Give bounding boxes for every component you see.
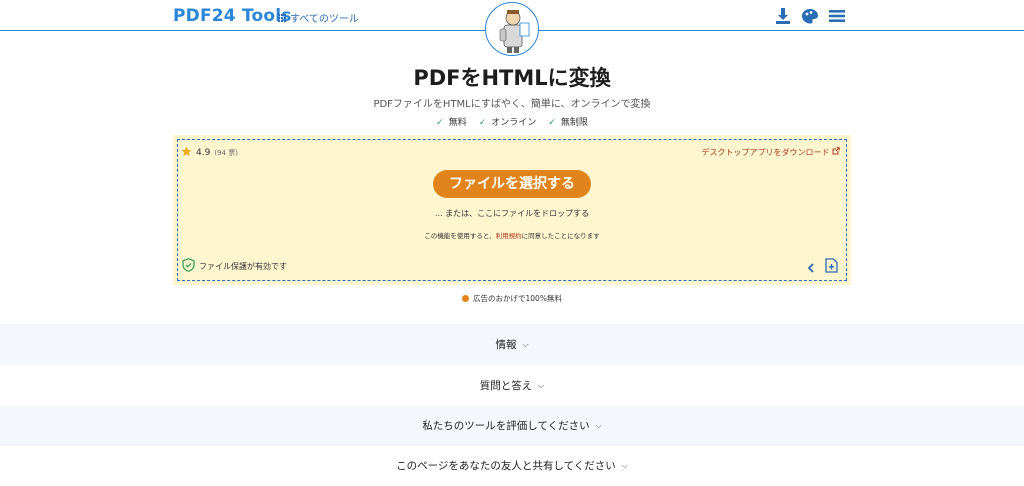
section-label: このページをあなたの友人と共有してください (396, 460, 616, 472)
ad-smile-icon (462, 295, 470, 302)
all-tools-label: すべてのツール (290, 14, 359, 25)
theme-icon[interactable] (801, 7, 819, 25)
section-label: 私たちのツールを評価してください (422, 420, 590, 432)
add-file-icon[interactable] (825, 258, 838, 277)
shield-check-icon (182, 258, 195, 274)
desktop-app-label: デスクトップアプリをダウンロード (701, 148, 830, 157)
rating-votes: (94 票) (214, 149, 238, 157)
page-title: PDFをHTMLに変換 (413, 66, 611, 90)
chevron-down-icon: ⌵ (522, 339, 529, 349)
desktop-app-link[interactable]: デスクトップアプリをダウンロード (701, 147, 840, 158)
brand-logo[interactable]: PDF24 Tools (173, 6, 292, 26)
feature-item: ✓ オンライン (478, 118, 537, 128)
menu-icon[interactable] (828, 7, 846, 25)
section-label: 質問と答え (479, 380, 533, 392)
choose-file-button[interactable]: ファイルを選択する (433, 170, 591, 198)
terms-text-before: この機能を使用すると、 (424, 232, 496, 240)
section-share[interactable]: このページをあなたの友人と共有してください ⌵ (0, 445, 1024, 486)
terms-text-after: に同意したことになります (521, 232, 600, 240)
section-label: 情報 (495, 339, 517, 351)
rating[interactable]: 4.9 (94 票) (181, 146, 238, 160)
check-icon: ✓ (436, 118, 444, 128)
ad-notice: 広告のおかげで100%無料 (0, 293, 1024, 304)
star-icon (181, 146, 192, 160)
check-icon: ✓ (548, 118, 556, 128)
drop-hint: ... または、ここにファイルをドロップする (434, 209, 590, 218)
feature-item: ✓ 無料 (436, 118, 467, 128)
mascot-logo (485, 2, 539, 56)
section-faq[interactable]: 質問と答え ⌵ (0, 365, 1024, 406)
download-icon[interactable] (774, 7, 792, 25)
file-protection-label: ファイル保護が有効です (199, 261, 287, 271)
external-link-icon (832, 147, 840, 157)
ad-notice-label: 広告のおかげで100%無料 (473, 294, 562, 303)
upload-tools (807, 258, 838, 277)
terms-link[interactable]: 利用規約 (496, 232, 522, 240)
file-protection-status[interactable]: ファイル保護が有効です (182, 258, 287, 274)
section-rate-tools[interactable]: 私たちのツールを評価してください ⌵ (0, 405, 1024, 446)
chevron-left-icon[interactable] (807, 258, 815, 277)
page-subtitle: PDFファイルをHTMLにすばやく、簡単に、オンラインで変換 (373, 99, 651, 110)
grid-icon (278, 13, 286, 22)
chevron-down-icon: ⌵ (538, 380, 545, 390)
check-icon: ✓ (478, 118, 487, 128)
chevron-down-icon: ⌵ (595, 420, 602, 430)
chevron-down-icon: ⌵ (621, 460, 628, 470)
all-tools-link[interactable]: すべてのツール (278, 10, 359, 25)
terms-notice: この機能を使用すると、利用規約に同意したことになります (0, 230, 1024, 240)
section-info[interactable]: 情報 ⌵ (0, 324, 1024, 365)
rating-value: 4.9 (196, 148, 211, 158)
feature-list: ✓ 無料 ✓ オンライン ✓ 無制限 (0, 115, 1024, 128)
feature-item: ✓ 無制限 (548, 118, 588, 128)
